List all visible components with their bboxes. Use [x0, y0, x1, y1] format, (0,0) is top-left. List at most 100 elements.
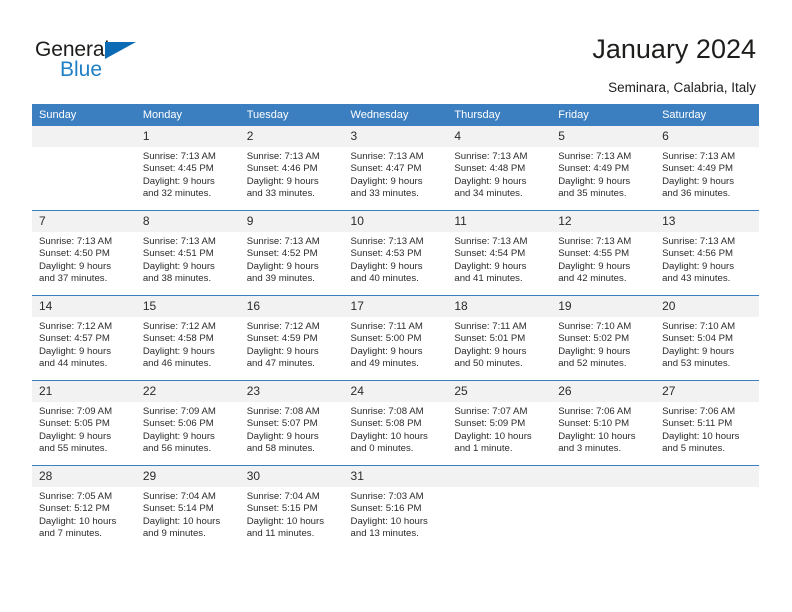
day-details: Sunrise: 7:03 AM Sunset: 5:16 PM Daylight:…: [344, 487, 448, 541]
calendar-day-cell[interactable]: 7 Sunrise: 7:13 AM Sunset: 4:50 PM Daylight…: [32, 210, 136, 296]
calendar-day-cell[interactable]: 17 Sunrise: 7:11 AM Sunset: 5:00 PM Dayligh…: [343, 295, 448, 381]
calendar-day-cell[interactable]: 21 Sunrise: 7:09 AM Sunset: 5:05 PM Dayligh…: [32, 380, 136, 466]
day-sunset-text: Sunset: 4:58 PM: [142, 333, 214, 345]
day-cell-content: 26 Sunrise: 7:06 AM Sunset: 5:10 PM Dayligh…: [551, 381, 656, 465]
day-details: Sunrise: 7:12 AM Sunset: 4:58 PM Daylight:…: [136, 317, 240, 371]
calendar-body: 1 Sunrise: 7:13 AM Sunset: 4:45 PM Daylight…: [32, 126, 759, 550]
day-sunset-text: Sunset: 4:53 PM: [350, 248, 422, 260]
day-cell-content: 10 Sunrise: 7:13 AM Sunset: 4:53 PM Dayligh…: [343, 211, 448, 295]
day-cell-content: 31 Sunrise: 7:03 AM Sunset: 5:16 PM Dayligh…: [343, 466, 448, 550]
day-sunset-text: Sunset: 4:52 PM: [246, 248, 318, 260]
day-cell-content: 5 Sunrise: 7:13 AM Sunset: 4:49 PM Daylight…: [551, 126, 656, 210]
day-cell-content: 7 Sunrise: 7:13 AM Sunset: 4:50 PM Daylight…: [32, 211, 136, 295]
day-cell-content: 4 Sunrise: 7:13 AM Sunset: 4:48 PM Daylight…: [447, 126, 552, 210]
day-daylight2-text: and 39 minutes.: [246, 273, 315, 285]
weekday-header-monday: Monday: [135, 104, 240, 126]
day-number: 14: [32, 296, 136, 317]
calendar-week-row: 7 Sunrise: 7:13 AM Sunset: 4:50 PM Daylight…: [32, 210, 759, 296]
day-details: Sunrise: 7:09 AM Sunset: 5:06 PM Daylight:…: [136, 402, 240, 456]
day-sunset-text: Sunset: 4:45 PM: [142, 163, 214, 175]
day-sunrise-text: Sunrise: 7:06 AM: [662, 406, 736, 417]
day-daylight2-text: and 38 minutes.: [142, 273, 212, 285]
day-daylight1-text: Daylight: 9 hours: [142, 175, 215, 187]
calendar-day-cell[interactable]: 25 Sunrise: 7:07 AM Sunset: 5:09 PM Dayligh…: [447, 380, 552, 466]
calendar-week-row: 14 Sunrise: 7:12 AM Sunset: 4:57 PM Dayligh…: [32, 295, 759, 381]
day-daylight2-text: and 43 minutes.: [662, 273, 731, 285]
day-details: Sunrise: 7:13 AM Sunset: 4:53 PM Daylight:…: [344, 232, 448, 286]
day-details: Sunrise: 7:08 AM Sunset: 5:07 PM Daylight:…: [240, 402, 344, 456]
day-cell-content: 8 Sunrise: 7:13 AM Sunset: 4:51 PM Daylight…: [135, 211, 240, 295]
calendar-day-cell[interactable]: 1 Sunrise: 7:13 AM Sunset: 4:45 PM Daylight…: [135, 126, 240, 211]
day-daylight1-text: Daylight: 9 hours: [662, 345, 735, 357]
day-details: Sunrise: 7:12 AM Sunset: 4:59 PM Daylight:…: [240, 317, 344, 371]
day-daylight2-text: and 34 minutes.: [454, 188, 523, 200]
day-cell-content: 14 Sunrise: 7:12 AM Sunset: 4:57 PM Dayligh…: [32, 296, 136, 380]
calendar-week-row: 21 Sunrise: 7:09 AM Sunset: 5:05 PM Dayligh…: [32, 380, 759, 466]
calendar-day-cell[interactable]: 2 Sunrise: 7:13 AM Sunset: 4:46 PM Daylight…: [239, 126, 344, 211]
day-sunrise-text: Sunrise: 7:13 AM: [558, 236, 632, 247]
calendar-day-cell[interactable]: 13 Sunrise: 7:13 AM Sunset: 4:56 PM Dayligh…: [655, 210, 759, 296]
day-sunset-text: Sunset: 4:55 PM: [558, 248, 630, 260]
calendar-day-cell[interactable]: 10 Sunrise: 7:13 AM Sunset: 4:53 PM Dayligh…: [343, 210, 448, 296]
day-daylight1-text: Daylight: 9 hours: [39, 260, 111, 272]
calendar-day-cell[interactable]: 8 Sunrise: 7:13 AM Sunset: 4:51 PM Daylight…: [135, 210, 240, 296]
day-details: Sunrise: 7:04 AM Sunset: 5:15 PM Daylight:…: [240, 487, 344, 541]
day-number: [447, 466, 552, 487]
calendar-day-cell[interactable]: 27 Sunrise: 7:06 AM Sunset: 5:11 PM Dayligh…: [655, 380, 759, 466]
day-details: Sunrise: 7:05 AM Sunset: 5:12 PM Daylight:…: [32, 487, 136, 541]
day-number: 23: [239, 381, 344, 402]
calendar-day-cell: [32, 126, 136, 211]
day-sunset-text: Sunset: 5:14 PM: [142, 503, 214, 515]
calendar-day-cell[interactable]: 4 Sunrise: 7:13 AM Sunset: 4:48 PM Daylight…: [447, 126, 552, 211]
day-number: 27: [655, 381, 759, 402]
calendar-day-cell[interactable]: 9 Sunrise: 7:13 AM Sunset: 4:52 PM Daylight…: [239, 210, 344, 296]
day-details: Sunrise: 7:04 AM Sunset: 5:14 PM Daylight:…: [136, 487, 240, 541]
calendar-day-cell[interactable]: 22 Sunrise: 7:09 AM Sunset: 5:06 PM Dayligh…: [135, 380, 240, 466]
day-daylight1-text: Daylight: 10 hours: [558, 430, 636, 442]
calendar-day-cell[interactable]: 31 Sunrise: 7:03 AM Sunset: 5:16 PM Dayligh…: [343, 465, 448, 550]
day-cell-content: 23 Sunrise: 7:08 AM Sunset: 5:07 PM Dayligh…: [239, 381, 344, 465]
day-daylight1-text: Daylight: 9 hours: [39, 345, 111, 357]
calendar-day-cell[interactable]: 12 Sunrise: 7:13 AM Sunset: 4:55 PM Dayligh…: [551, 210, 656, 296]
day-sunrise-text: Sunrise: 7:11 AM: [350, 321, 423, 332]
calendar-day-cell[interactable]: 19 Sunrise: 7:10 AM Sunset: 5:02 PM Dayligh…: [551, 295, 656, 381]
calendar-day-cell[interactable]: 23 Sunrise: 7:08 AM Sunset: 5:07 PM Dayligh…: [239, 380, 344, 466]
calendar-day-cell[interactable]: 24 Sunrise: 7:08 AM Sunset: 5:08 PM Dayligh…: [343, 380, 448, 466]
calendar-day-cell[interactable]: 16 Sunrise: 7:12 AM Sunset: 4:59 PM Dayligh…: [239, 295, 344, 381]
day-sunset-text: Sunset: 4:57 PM: [39, 333, 110, 345]
day-sunset-text: Sunset: 5:10 PM: [558, 418, 630, 430]
day-details: Sunrise: 7:07 AM Sunset: 5:09 PM Daylight:…: [447, 402, 551, 456]
day-cell-content: 18 Sunrise: 7:11 AM Sunset: 5:01 PM Dayligh…: [447, 296, 552, 380]
day-daylight2-text: and 42 minutes.: [558, 273, 627, 285]
day-sunset-text: Sunset: 5:07 PM: [246, 418, 318, 430]
calendar-day-cell[interactable]: 11 Sunrise: 7:13 AM Sunset: 4:54 PM Dayligh…: [447, 210, 552, 296]
calendar-day-cell[interactable]: 18 Sunrise: 7:11 AM Sunset: 5:01 PM Dayligh…: [447, 295, 552, 381]
day-sunset-text: Sunset: 4:49 PM: [662, 163, 733, 175]
day-sunset-text: Sunset: 5:11 PM: [662, 418, 733, 430]
day-sunrise-text: Sunrise: 7:13 AM: [350, 151, 424, 162]
triangle-icon: [105, 42, 136, 59]
calendar-day-cell[interactable]: 29 Sunrise: 7:04 AM Sunset: 5:14 PM Dayligh…: [135, 465, 240, 550]
day-sunrise-text: Sunrise: 7:13 AM: [246, 151, 320, 162]
day-sunrise-text: Sunrise: 7:13 AM: [246, 236, 320, 247]
calendar-day-cell[interactable]: 20 Sunrise: 7:10 AM Sunset: 5:04 PM Dayligh…: [655, 295, 759, 381]
day-number: 9: [239, 211, 344, 232]
calendar-day-cell[interactable]: 30 Sunrise: 7:04 AM Sunset: 5:15 PM Dayligh…: [239, 465, 344, 550]
day-details: Sunrise: 7:13 AM Sunset: 4:48 PM Daylight:…: [447, 147, 551, 201]
day-number: 26: [551, 381, 656, 402]
calendar-day-cell[interactable]: 15 Sunrise: 7:12 AM Sunset: 4:58 PM Dayligh…: [135, 295, 240, 381]
day-daylight1-text: Daylight: 9 hours: [558, 345, 631, 357]
calendar-day-cell[interactable]: 5 Sunrise: 7:13 AM Sunset: 4:49 PM Daylight…: [551, 126, 656, 211]
day-daylight1-text: Daylight: 9 hours: [350, 345, 423, 357]
calendar-day-cell[interactable]: 3 Sunrise: 7:13 AM Sunset: 4:47 PM Daylight…: [343, 126, 448, 211]
calendar-day-cell[interactable]: 14 Sunrise: 7:12 AM Sunset: 4:57 PM Dayligh…: [32, 295, 136, 381]
day-number: 2: [239, 126, 344, 147]
calendar-day-cell[interactable]: 28 Sunrise: 7:05 AM Sunset: 5:12 PM Dayligh…: [32, 465, 136, 550]
day-sunrise-text: Sunrise: 7:13 AM: [142, 151, 216, 162]
day-sunrise-text: Sunrise: 7:13 AM: [350, 236, 424, 247]
day-number: 22: [135, 381, 240, 402]
calendar-day-cell[interactable]: 26 Sunrise: 7:06 AM Sunset: 5:10 PM Dayligh…: [551, 380, 656, 466]
day-sunset-text: Sunset: 5:09 PM: [454, 418, 526, 430]
calendar-day-cell[interactable]: 6 Sunrise: 7:13 AM Sunset: 4:49 PM Daylight…: [655, 126, 759, 211]
day-sunrise-text: Sunrise: 7:13 AM: [558, 151, 632, 162]
